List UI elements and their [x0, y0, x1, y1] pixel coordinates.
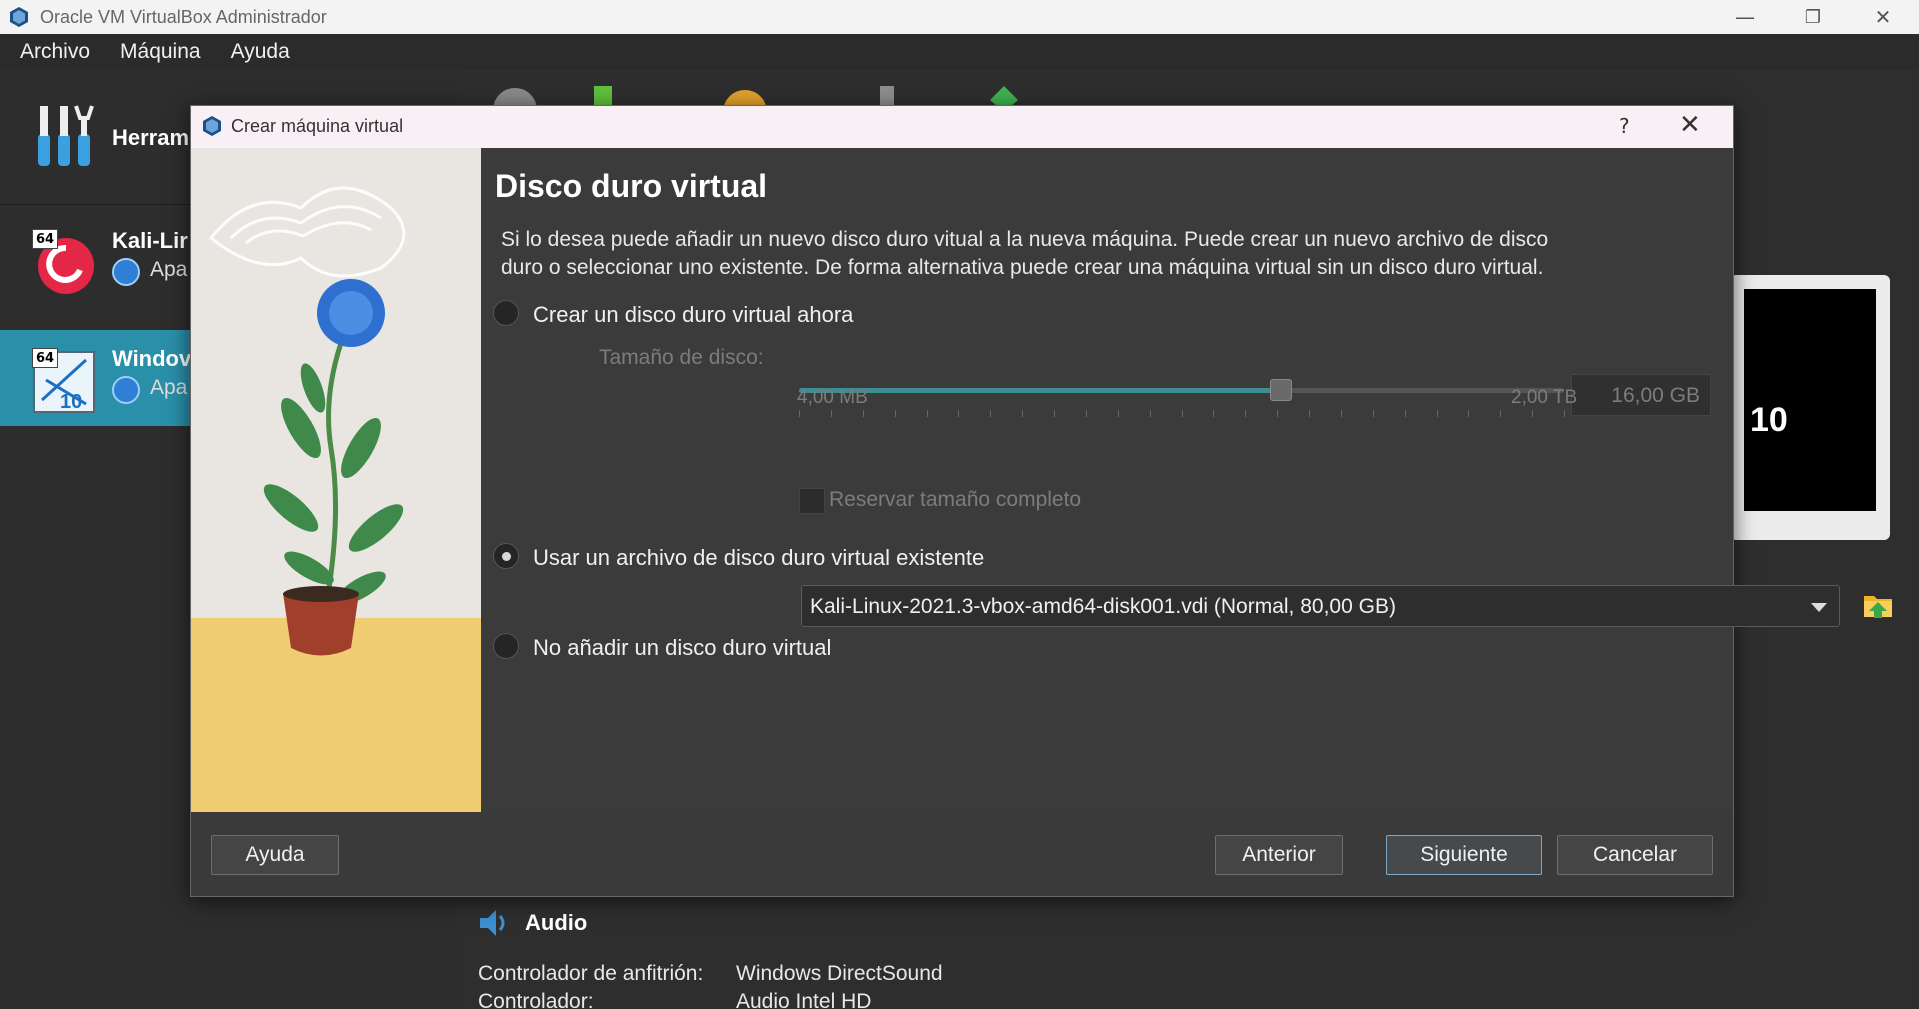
- arch-64-badge: 64: [32, 348, 58, 368]
- radio-no-disk[interactable]: [493, 633, 519, 659]
- slider-fill: [799, 388, 1281, 393]
- cancel-button[interactable]: Cancelar: [1557, 835, 1713, 875]
- option-existing-disk-label[interactable]: Usar un archivo de disco duro virtual ex…: [533, 545, 984, 571]
- slider-tick: [1436, 410, 1438, 417]
- slider-tick: [862, 410, 864, 417]
- dialog-close-button[interactable]: ✕: [1679, 110, 1701, 140]
- minimize-button[interactable]: —: [1710, 0, 1780, 34]
- help-button[interactable]: Ayuda: [211, 835, 339, 875]
- slider-tick: [1149, 410, 1151, 417]
- dialog-title: Crear máquina virtual: [231, 116, 404, 136]
- vm-state: Apa: [150, 376, 188, 399]
- slider-tick: [1500, 410, 1502, 417]
- tools-icon: [38, 105, 94, 166]
- wizard-content: Disco duro virtual Si lo desea puede aña…: [481, 148, 1892, 812]
- power-off-icon: [112, 258, 140, 286]
- menu-archivo[interactable]: Archivo: [20, 40, 90, 64]
- slider-tick: [1245, 410, 1247, 417]
- slider-tick: [1404, 410, 1406, 417]
- slider-tick: [926, 410, 928, 417]
- dialog-titlebar: Crear máquina virtual ? ✕: [191, 106, 1733, 148]
- existing-disk-value: Kali-Linux-2021.3-vbox-amd64-disk001.vdi…: [810, 595, 1396, 618]
- choose-disk-folder-icon[interactable]: [1861, 588, 1895, 622]
- audio-speaker-icon: [480, 910, 505, 936]
- vm-preview: 10: [1730, 275, 1890, 540]
- slider-tick: [1340, 410, 1342, 417]
- menu-bar: Archivo Máquina Ayuda: [0, 34, 1919, 70]
- preview-screen: 10: [1744, 289, 1876, 511]
- slider-tick: [990, 410, 992, 417]
- slider-tick: [1022, 410, 1024, 417]
- slider-tick: [1277, 410, 1279, 417]
- wizard-illustration: [191, 148, 481, 812]
- back-button[interactable]: Anterior: [1215, 835, 1343, 875]
- window-title: Oracle VM VirtualBox Administrador: [40, 6, 327, 27]
- disk-size-field[interactable]: 16,00 GB: [1571, 374, 1711, 416]
- reserve-full-size-label: Reservar tamaño completo: [829, 488, 1082, 511]
- slider-ticks: [799, 410, 1565, 418]
- option-create-disk-label[interactable]: Crear un disco duro virtual ahora: [533, 302, 853, 328]
- slider-tick: [1085, 410, 1087, 417]
- slider-tick: [894, 410, 896, 417]
- slider-tick: [1532, 410, 1534, 417]
- plant-illustration: [191, 186, 481, 812]
- tools-label: Herram: [112, 125, 190, 150]
- audio-section-title: Audio: [525, 910, 588, 935]
- vm-name: Kali-Lir: [112, 228, 188, 253]
- virtualbox-logo-icon: [203, 116, 221, 136]
- audio-host-driver-value: Windows DirectSound: [736, 962, 943, 985]
- next-button[interactable]: Siguiente: [1386, 835, 1542, 875]
- slider-tick: [1564, 410, 1565, 417]
- slider-tick: [830, 410, 832, 417]
- slider-tick: [1054, 410, 1055, 417]
- page-description: Si lo desea puede añadir un nuevo disco …: [501, 228, 1549, 279]
- restore-button[interactable]: ❐: [1778, 0, 1848, 34]
- dialog-help-button[interactable]: ?: [1619, 114, 1630, 138]
- slider-handle[interactable]: [1269, 379, 1292, 401]
- disk-size-label: Tamaño de disco:: [599, 346, 764, 369]
- power-off-icon: [112, 376, 140, 404]
- existing-disk-select[interactable]: Kali-Linux-2021.3-vbox-amd64-disk001.vdi…: [801, 585, 1840, 627]
- preview-text: 10: [1750, 401, 1788, 439]
- slider-tick: [1309, 410, 1310, 417]
- window-titlebar: Oracle VM VirtualBox Administrador — ❐ ✕: [0, 0, 1919, 34]
- slider-tick: [958, 410, 960, 417]
- radio-existing-disk[interactable]: [493, 543, 519, 569]
- radio-create-disk[interactable]: [493, 300, 519, 326]
- reserve-full-size-checkbox[interactable]: [799, 488, 825, 514]
- slider-min-label: 4,00 MB: [797, 387, 868, 408]
- audio-host-driver-label: Controlador de anfitrión:: [478, 962, 704, 985]
- slider-tick: [1372, 410, 1374, 417]
- slider-tick: [1181, 410, 1183, 417]
- arch-64-badge: 64: [32, 229, 58, 249]
- close-window-button[interactable]: ✕: [1848, 0, 1918, 34]
- menu-maquina[interactable]: Máquina: [120, 40, 201, 64]
- disk-size-slider[interactable]: [799, 379, 1564, 401]
- slider-tick: [1468, 410, 1470, 417]
- virtualbox-logo-icon: [10, 7, 28, 27]
- chevron-down-icon: [1811, 603, 1827, 612]
- slider-tick: [1117, 410, 1119, 417]
- vm-name: Windov: [112, 346, 192, 371]
- option-no-disk-label[interactable]: No añadir un disco duro virtual: [533, 635, 831, 661]
- vm-state: Apa: [150, 258, 188, 281]
- audio-controller-value: Audio Intel HD: [736, 990, 872, 1009]
- slider-max-label: 2,00 TB: [1511, 387, 1578, 408]
- page-title: Disco duro virtual: [495, 168, 768, 204]
- slider-tick: [799, 410, 800, 417]
- create-vm-dialog: Crear máquina virtual ? ✕ Disco duro vir…: [190, 105, 1892, 897]
- audio-controller-label: Controlador:: [478, 990, 594, 1009]
- menu-ayuda[interactable]: Ayuda: [231, 40, 290, 64]
- svg-text:10: 10: [60, 391, 82, 413]
- slider-tick: [1213, 410, 1215, 417]
